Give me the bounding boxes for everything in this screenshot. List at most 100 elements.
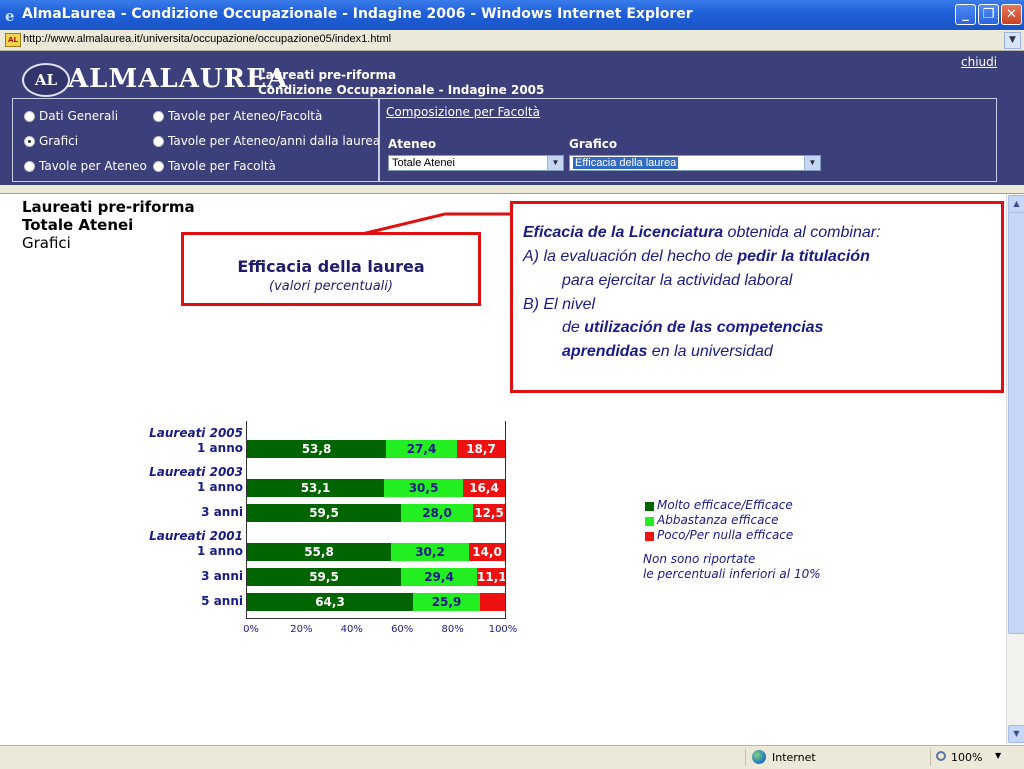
frame-separator[interactable] xyxy=(0,185,1024,194)
restore-button[interactable]: ❐ xyxy=(978,4,999,25)
annotation-bold: aprendidas xyxy=(562,343,648,360)
group-label: Laureati 2003 xyxy=(149,465,243,479)
address-url[interactable]: http://www.almalaurea.it/universita/occu… xyxy=(23,33,391,45)
annotation-bold: Eficacia de la Licenciatura xyxy=(523,224,724,241)
group-label: Laureati 2001 xyxy=(149,529,243,543)
bar-segment: 29,4 xyxy=(401,568,477,586)
globe-icon xyxy=(752,750,766,764)
ateneo-label: Ateneo xyxy=(388,137,437,151)
status-divider xyxy=(930,749,931,766)
radio-dati-generali[interactable] xyxy=(24,111,35,122)
annotation-line-1: Eficacia de la Licenciatura obtenida al … xyxy=(523,224,881,242)
annotation-line-4: B) El nivel xyxy=(523,296,596,313)
row-label: 3 anni xyxy=(201,569,243,583)
radio-label[interactable]: Tavole per Ateneo/anni dalla laurea xyxy=(168,134,380,148)
minimize-button[interactable]: _ xyxy=(955,4,976,25)
grafico-label: Grafico xyxy=(569,137,618,151)
security-zone: Internet xyxy=(772,751,816,764)
ateneo-select-value: Totale Atenei xyxy=(392,157,455,169)
annotation-line-2: A) la evaluación del hecho de pedir la t… xyxy=(523,248,870,266)
radio-label[interactable]: Grafici xyxy=(39,134,78,148)
row-label: 1 anno xyxy=(197,544,243,558)
annotation-line-6: aprendidas en la universidad xyxy=(562,343,773,361)
bar-segment: 53,1 xyxy=(247,479,384,497)
bar-segment: 30,5 xyxy=(384,479,463,497)
bar-segment: 30,2 xyxy=(391,543,469,561)
legend-swatch xyxy=(645,502,654,511)
header-subtitle-2: Condizione Occupazionale - Indagine 2005 xyxy=(258,83,545,97)
radio-grafici[interactable] xyxy=(24,136,35,147)
composizione-facolta-link[interactable]: Composizione per Facoltà xyxy=(386,105,540,119)
zoom-level[interactable]: 100% xyxy=(951,751,982,764)
row-label: 3 anni xyxy=(201,505,243,519)
close-window-button[interactable]: ✕ xyxy=(1001,4,1022,25)
bar-segment: 25,9 xyxy=(413,593,480,611)
radio-label[interactable]: Tavole per Ateneo xyxy=(39,159,147,173)
status-divider xyxy=(745,749,746,766)
nav-radio-panel: Dati Generali Tavole per Ateneo/Facoltà … xyxy=(12,98,380,182)
ateneo-select[interactable]: Totale Atenei ▼ xyxy=(388,155,564,171)
header-subtitle-1: Laureati pre-riforma xyxy=(258,68,397,82)
radio-label[interactable]: Dati Generali xyxy=(39,109,118,123)
vertical-scrollbar[interactable]: ▲ ▼ xyxy=(1006,194,1024,744)
legend-item: Abbastanza efficace xyxy=(657,513,779,527)
grafico-select[interactable]: Efficacia della laurea ▼ xyxy=(569,155,821,171)
grafico-select-value: Efficacia della laurea xyxy=(573,157,679,169)
x-tick-label: 40% xyxy=(340,624,363,635)
chevron-down-icon[interactable]: ▼ xyxy=(995,751,1001,760)
radio-tavole-ateneo[interactable] xyxy=(24,161,35,172)
bar-segment: 53,8 xyxy=(247,440,386,458)
bar-segment: 59,5 xyxy=(247,504,401,522)
logo-badge: AL xyxy=(22,63,70,97)
annotation-bold: pedir la titulación xyxy=(737,248,870,265)
annotation-text: de xyxy=(562,319,585,336)
x-tick-label: 20% xyxy=(290,624,313,635)
chart-title-box: Efficacia della laurea (valori percentua… xyxy=(181,232,481,306)
chart-note-2: le percentuali inferiori al 10% xyxy=(643,567,821,581)
window-title: AlmaLaurea - Condizione Occupazionale - … xyxy=(22,6,693,22)
chart-note-1: Non sono riportate xyxy=(643,552,756,566)
legend-swatch xyxy=(645,517,654,526)
legend-swatch xyxy=(645,532,654,541)
x-tick-label: 0% xyxy=(243,624,259,635)
ie-icon: e xyxy=(5,7,15,25)
group-label: Laureati 2005 xyxy=(149,426,243,440)
radio-tavole-facolta[interactable] xyxy=(153,161,164,172)
annotation-box: Eficacia de la Licenciatura obtenida al … xyxy=(510,201,1004,393)
bar-segment: 55,8 xyxy=(247,543,391,561)
status-bar: Internet 100% ▼ xyxy=(0,745,1024,769)
bar-segment: 16,4 xyxy=(463,479,505,497)
scroll-thumb[interactable] xyxy=(1008,212,1024,634)
radio-label[interactable]: Tavole per Ateneo/Facoltà xyxy=(168,109,322,123)
scroll-up-icon[interactable]: ▲ xyxy=(1008,195,1024,213)
address-bar[interactable]: AL http://www.almalaurea.it/universita/o… xyxy=(0,30,1024,51)
address-dropdown-icon[interactable]: ▼ xyxy=(1004,32,1021,49)
chiudi-link[interactable]: chiudi xyxy=(961,55,997,69)
content-area: Laureati pre-riforma Totale Atenei Grafi… xyxy=(0,194,1006,744)
bar-segment: 14,0 xyxy=(469,543,505,561)
bar-segment: 12,5 xyxy=(473,504,505,522)
selection-panel: Composizione per Facoltà Ateneo Grafico … xyxy=(379,98,997,182)
row-label: 5 anni xyxy=(201,594,243,608)
scroll-down-icon[interactable]: ▼ xyxy=(1008,725,1024,743)
chevron-down-icon[interactable]: ▼ xyxy=(804,156,820,170)
legend-item: Molto efficace/Efficace xyxy=(657,498,793,512)
row-label: 1 anno xyxy=(197,480,243,494)
bar-segment: 11,1 xyxy=(477,568,505,586)
legend-item: Poco/Per nulla efficace xyxy=(657,528,794,542)
x-tick-label: 80% xyxy=(441,624,464,635)
radio-label[interactable]: Tavole per Facoltà xyxy=(168,159,276,173)
bar-segment: 28,0 xyxy=(401,504,473,522)
annotation-text: obtenida al combinar: xyxy=(723,224,881,241)
logo-text: ALMALAUREA xyxy=(68,64,289,94)
chevron-down-icon[interactable]: ▼ xyxy=(547,156,563,170)
bar-segment: 59,5 xyxy=(247,568,401,586)
chart-title: Efficacia della laurea xyxy=(237,257,425,276)
radio-tavole-ateneo-facolta[interactable] xyxy=(153,111,164,122)
annotation-text: A) la evaluación del hecho de xyxy=(523,248,738,265)
chart-subtitle: (valori percentuali) xyxy=(269,279,393,294)
annotation-text: en la universidad xyxy=(647,343,773,360)
annotation-line-5: de utilización de las competencias xyxy=(562,319,823,337)
zoom-icon[interactable] xyxy=(936,751,946,761)
radio-tavole-ateneo-anni[interactable] xyxy=(153,136,164,147)
